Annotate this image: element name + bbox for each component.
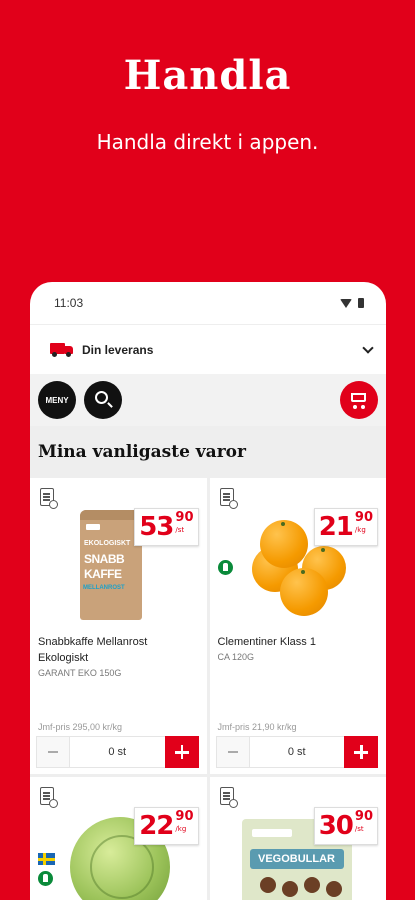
- quantity-value[interactable]: 0 st: [249, 736, 344, 768]
- eco-badge-icon: [217, 560, 233, 575]
- quantity-value[interactable]: 0 st: [70, 736, 165, 768]
- section-title: Mina vanligaste varor: [30, 426, 386, 478]
- price-cents: 90: [175, 809, 194, 824]
- product-name[interactable]: Snabbkaffe Mellanrost Ekologiskt: [38, 634, 199, 666]
- price-cents: 90: [354, 809, 373, 824]
- delivery-truck-icon: [50, 342, 74, 357]
- add-to-list-icon[interactable]: [40, 787, 58, 808]
- price-whole: 53: [139, 512, 174, 542]
- pack-text: MELLANROST: [83, 585, 125, 591]
- increase-button[interactable]: [344, 736, 378, 768]
- decrease-button[interactable]: [215, 736, 250, 768]
- increase-button[interactable]: [164, 736, 199, 768]
- hero-subtitle: Handla direkt i appen.: [96, 130, 319, 154]
- wifi-icon: [340, 298, 352, 308]
- price-unit: /kg: [175, 825, 187, 833]
- quantity-stepper: 0 st: [215, 736, 378, 768]
- price-whole: 30: [318, 811, 354, 841]
- product-card[interactable]: VEGOBULLAR 30 90 /st: [209, 777, 386, 900]
- price-unit: /kg: [354, 526, 366, 534]
- price-cents: 90: [175, 510, 194, 525]
- status-bar: 11:03: [30, 282, 386, 324]
- phone-screen: 11:03 Din leverans MENY Mina vanligaste …: [30, 282, 386, 900]
- pack-text: SNABB: [84, 552, 125, 566]
- chevron-down-icon[interactable]: [362, 341, 374, 354]
- add-to-list-icon[interactable]: [219, 787, 238, 808]
- price-tag: 21 90 /kg: [313, 508, 378, 546]
- cart-icon: [351, 393, 366, 402]
- delivery-selector[interactable]: Din leverans: [30, 324, 386, 374]
- add-to-list-icon[interactable]: [40, 488, 58, 509]
- battery-icon: [358, 298, 364, 308]
- price-whole: 22: [139, 811, 174, 841]
- comparison-price: Jmf-pris 295,00 kr/kg: [38, 722, 123, 732]
- product-description: GARANT EKO 150G: [38, 668, 122, 678]
- eco-badge-icon: [38, 871, 53, 886]
- price-tag: 22 90 /kg: [134, 807, 199, 845]
- hero-title: Handla: [123, 52, 292, 99]
- status-icons: [340, 298, 364, 308]
- menu-button[interactable]: MENY: [38, 381, 76, 419]
- quantity-stepper: 0 st: [36, 736, 199, 768]
- price-tag: 53 90 /st: [134, 508, 199, 546]
- price-tag: 30 90 /st: [313, 807, 378, 845]
- product-image-coffee: EKOLOGISKT SNABB KAFFE MELLANROST: [80, 510, 142, 620]
- product-card[interactable]: 21 90 /kg Clementiner Klass 1 CA 120G Jm…: [209, 478, 386, 774]
- search-button[interactable]: [84, 381, 122, 419]
- product-name[interactable]: Clementiner Klass 1: [218, 634, 379, 650]
- product-description: CA 120G: [217, 652, 255, 662]
- cart-button[interactable]: [340, 381, 378, 419]
- decrease-button[interactable]: [36, 736, 70, 768]
- search-icon: [95, 391, 108, 404]
- price-whole: 21: [318, 512, 354, 542]
- product-grid: EKOLOGISKT SNABB KAFFE MELLANROST 53 90 …: [30, 478, 386, 900]
- delivery-left: Din leverans: [50, 342, 154, 357]
- delivery-label: Din leverans: [82, 342, 154, 357]
- price-unit: /st: [175, 526, 185, 534]
- comparison-price: Jmf-pris 21,90 kr/kg: [217, 722, 297, 732]
- price-cents: 90: [354, 510, 373, 525]
- toolbar: MENY: [30, 374, 386, 426]
- product-card[interactable]: 22 90 /kg: [30, 777, 207, 900]
- add-to-list-icon[interactable]: [219, 488, 238, 509]
- status-time: 11:03: [54, 296, 84, 310]
- pack-text: EKOLOGISKT: [84, 540, 131, 547]
- pack-text: VEGOBULLAR: [249, 849, 344, 869]
- pack-text: KAFFE: [84, 567, 122, 581]
- product-card[interactable]: EKOLOGISKT SNABB KAFFE MELLANROST 53 90 …: [30, 478, 207, 774]
- price-unit: /st: [354, 825, 364, 833]
- swedish-flag-icon: [38, 853, 55, 865]
